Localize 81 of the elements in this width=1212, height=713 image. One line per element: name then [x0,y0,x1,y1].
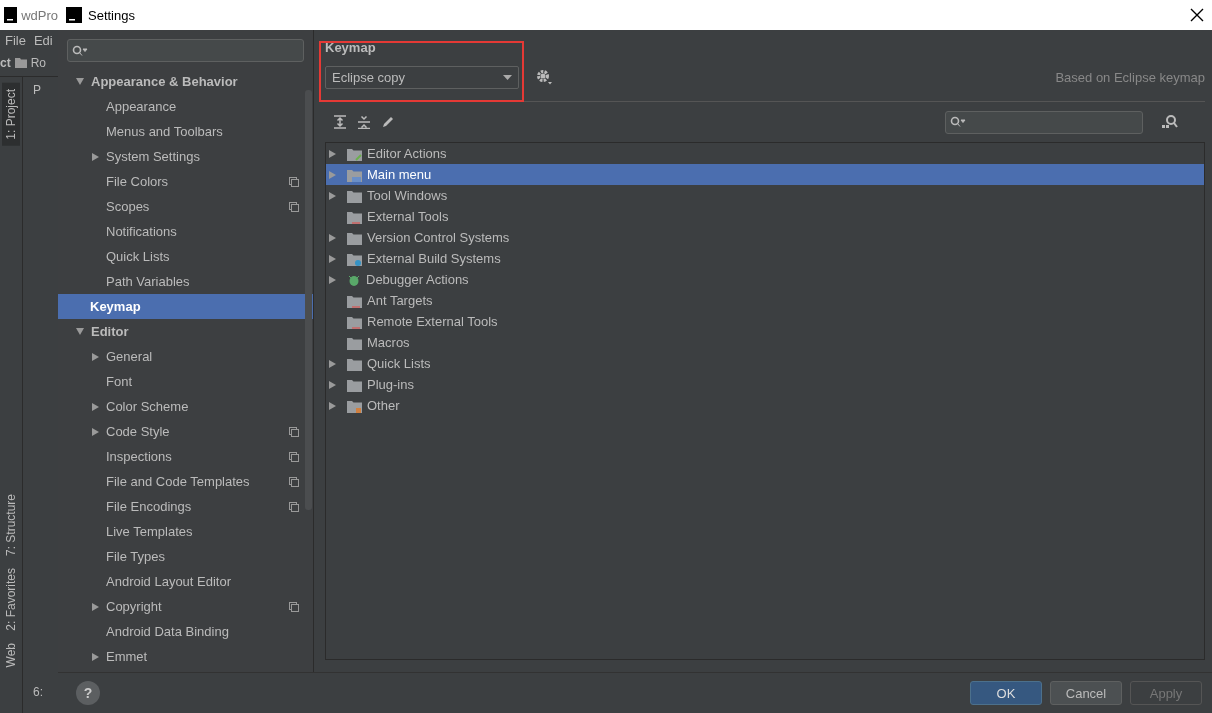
settings-tree-item[interactable]: Editor [58,319,313,344]
settings-tree-item[interactable]: File Colors [58,169,313,194]
folder-icon [347,167,362,182]
tool-window-tab[interactable]: 1: Project [2,83,20,146]
panel-header: P [33,83,42,97]
folder-icon [347,188,362,203]
folder-icon [347,377,362,392]
settings-tree-item[interactable]: Path Variables [58,269,313,294]
settings-tree-item[interactable]: Appearance & Behavior [58,69,313,94]
breadcrumb-item[interactable]: ct [0,56,11,70]
action-tree-item[interactable]: Version Control Systems [326,227,1204,248]
breadcrumb-item[interactable]: Ro [30,56,46,70]
settings-tree-item[interactable]: Scopes [58,194,313,219]
action-tree-item[interactable]: Ant Targets [326,290,1204,311]
settings-tree-item[interactable]: Quick Lists [58,244,313,269]
tool-window-tab[interactable]: Web [2,636,20,673]
settings-tree-item[interactable]: Code Style [58,419,313,444]
menu-item[interactable]: File [5,32,26,48]
find-shortcut-icon[interactable] [1161,114,1179,130]
search-field[interactable] [67,39,304,62]
section-heading: Keymap [325,40,377,55]
settings-tree-item[interactable]: Android Layout Editor [58,569,313,594]
window-title: Settings [88,7,136,23]
settings-tree-item[interactable]: Inspections [58,444,313,469]
tool-window-tab[interactable]: 2: Favorites [2,561,20,637]
action-tree-item[interactable]: Remote External Tools [326,311,1204,332]
folder-icon [347,209,362,224]
caret-icon [503,74,512,80]
tool-window-tab[interactable]: 7: Structure [2,487,20,562]
action-tree-item[interactable]: Editor Actions [326,143,1204,164]
settings-tree-item[interactable]: Color Scheme [58,394,313,419]
folder-icon [347,398,362,413]
action-tree-item[interactable]: Tool Windows [326,185,1204,206]
pencil-icon[interactable] [381,115,395,129]
folder-icon [347,146,362,161]
settings-tree-item[interactable]: File Types [58,544,313,569]
settings-tree-item[interactable]: File Encodings [58,494,313,519]
settings-tree-item[interactable]: Keymap [58,294,313,319]
action-tree-item[interactable]: Quick Lists [326,353,1204,374]
folder-icon [347,293,362,308]
settings-tree-item[interactable]: Emmet [58,644,313,669]
action-tree-item[interactable]: Plug-ins [326,374,1204,395]
app-logo-icon [4,7,18,23]
settings-tree-item[interactable]: Menus and Toolbars [58,119,313,144]
folder-icon [347,251,362,266]
dialog-button[interactable]: OK [970,681,1042,705]
tool-window-tab[interactable]: 6: [33,685,58,699]
settings-tree-item[interactable]: Copyright [58,594,313,619]
expand-all-icon[interactable] [333,115,347,129]
settings-tree-item[interactable]: Notifications [58,219,313,244]
action-tree-item[interactable]: External Build Systems [326,248,1204,269]
collapse-all-icon[interactable] [357,115,371,129]
ide-title: wdPro [21,7,58,23]
search-icon [950,116,966,128]
folder-icon [347,230,362,245]
settings-tree-item[interactable]: File and Code Templates [58,469,313,494]
help-button[interactable]: ? [76,681,100,705]
action-tree-item[interactable]: External Tools [326,206,1204,227]
action-tree-item[interactable]: Macros [326,332,1204,353]
action-tree-item[interactable]: Debugger Actions [326,269,1204,290]
search-icon [72,44,88,57]
settings-tree-item[interactable]: System Settings [58,144,313,169]
settings-tree-item[interactable]: Font [58,369,313,394]
folder-icon [347,314,362,329]
scrollbar-thumb[interactable] [305,90,312,510]
settings-tree-item[interactable]: Android Data Binding [58,619,313,644]
app-logo-icon [66,7,82,23]
folder-icon [347,356,362,371]
dialog-button[interactable]: Cancel [1050,681,1122,705]
settings-tree-item[interactable]: General [58,344,313,369]
action-tree-item[interactable]: Main menu [326,164,1204,185]
settings-tree-item[interactable]: Live Templates [58,519,313,544]
folder-icon [347,335,362,350]
folder-icon [14,58,27,68]
based-on-text: Based on Eclipse keymap [1055,69,1205,85]
keymap-dropdown[interactable]: Eclipse copy [325,65,519,89]
settings-tree-item[interactable]: Appearance [58,94,313,119]
search-field[interactable] [945,110,1143,134]
menu-item[interactable]: Edi [33,32,53,48]
action-tree-item[interactable]: Other [326,395,1204,416]
settings-icon[interactable] [535,68,553,86]
